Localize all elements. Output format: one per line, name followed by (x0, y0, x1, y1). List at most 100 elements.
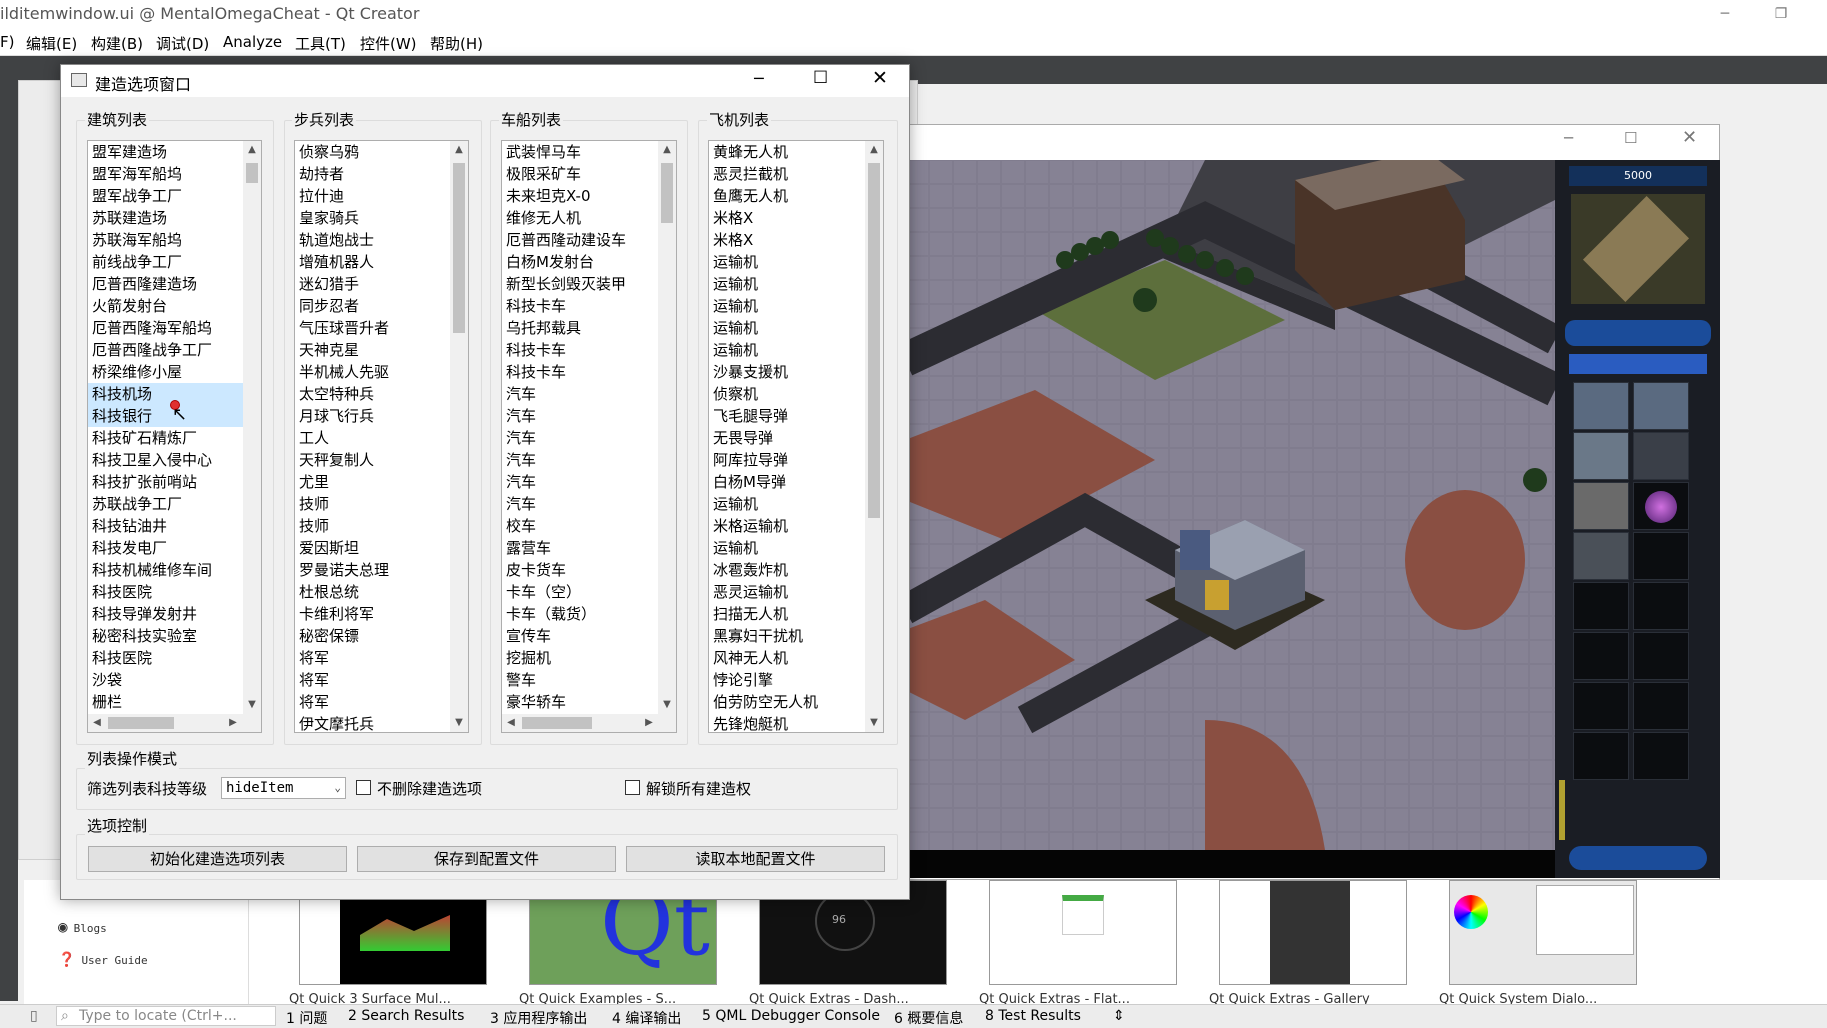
infantry-list[interactable]: 侦察乌鸦 劫持者 拉什迪 皇家骑兵 轨道炮战士 增殖机器人 迷幻猎手 同步忍者 气压球晋升者 天神… (294, 140, 469, 733)
list-item[interactable]: 运输机 (709, 339, 865, 361)
list-item[interactable]: 运输机 (709, 493, 865, 515)
list-item[interactable]: 科技医院 (88, 647, 243, 669)
scroll-up-icon[interactable]: ▲ (658, 141, 676, 159)
list-item[interactable]: 厄普西隆海军船坞 (88, 317, 243, 339)
list-item[interactable]: 警车 (502, 669, 658, 691)
list-item[interactable]: 科技卡车 (502, 339, 658, 361)
list-item[interactable]: 将军 (295, 691, 450, 713)
list-item[interactable]: 运输机 (709, 317, 865, 339)
vertical-scrollbar[interactable]: ▲ ▼ (450, 141, 468, 732)
minimize-icon[interactable]: ─ (1702, 0, 1748, 28)
list-item[interactable]: 半机械人先驱 (295, 361, 450, 383)
list-item[interactable]: 汽车 (502, 405, 658, 427)
list-item[interactable]: 皮卡货车 (502, 559, 658, 581)
scroll-up-icon[interactable]: ▲ (865, 141, 883, 159)
list-item[interactable]: 米格X (709, 207, 865, 229)
list-item[interactable]: 气压球晋升者 (295, 317, 450, 339)
list-item[interactable]: 冰雹轰炸机 (709, 559, 865, 581)
list-item[interactable]: 劫持者 (295, 163, 450, 185)
list-item[interactable]: 技师 (295, 493, 450, 515)
sidebar-toggle-icon[interactable]: ▯ (30, 1008, 38, 1024)
scroll-left-icon[interactable]: ◀ (88, 714, 106, 732)
list-item[interactable]: 鱼鹰无人机 (709, 185, 865, 207)
tab-app-output[interactable]: 3 应用程序输出 (490, 1008, 587, 1028)
list-item[interactable]: 秘密保镖 (295, 625, 450, 647)
build-option[interactable] (1573, 382, 1629, 430)
list-item[interactable]: 乌托邦载具 (502, 317, 658, 339)
list-item[interactable]: 运输机 (709, 295, 865, 317)
list-item[interactable]: 风神无人机 (709, 647, 865, 669)
minimize-icon[interactable]: ─ (1564, 129, 1573, 147)
scroll-down-icon[interactable]: ▼ (243, 696, 261, 714)
list-item[interactable]: 运输机 (709, 537, 865, 559)
list-item[interactable]: 前线战争工厂 (88, 251, 243, 273)
build-option[interactable] (1573, 482, 1629, 530)
build-option[interactable] (1573, 432, 1629, 480)
scroll-thumb[interactable] (246, 163, 258, 183)
list-item[interactable]: 宣传车 (502, 625, 658, 647)
list-item[interactable]: 侦察乌鸦 (295, 141, 450, 163)
list-item[interactable]: 科技导弹发射井 (88, 603, 243, 625)
list-item[interactable]: 汽车 (502, 383, 658, 405)
scroll-thumb[interactable] (453, 163, 465, 333)
locator-input[interactable]: ⌕ Type to locate (Ctrl+... (56, 1006, 276, 1026)
list-item[interactable]: 先锋炮艇机 (709, 713, 865, 732)
scroll-right-icon[interactable]: ▶ (224, 714, 242, 732)
list-item[interactable]: 露营车 (502, 537, 658, 559)
list-item[interactable]: 伯劳防空无人机 (709, 691, 865, 713)
keep-options-checkbox[interactable] (356, 780, 371, 795)
list-item[interactable]: 天秤复制人 (295, 449, 450, 471)
user-guide-link[interactable]: ❓ User Guide (58, 952, 148, 968)
list-item[interactable]: 维修无人机 (502, 207, 658, 229)
example-thumbnail[interactable] (1219, 880, 1407, 985)
list-item[interactable]: 阿库拉导弹 (709, 449, 865, 471)
blogs-link[interactable]: ◉ Blogs (58, 917, 107, 936)
scroll-thumb[interactable] (661, 163, 673, 223)
menu-debug[interactable]: 调试(D) (156, 33, 209, 54)
list-item[interactable]: 科技银行 (88, 405, 243, 427)
tab-search-results[interactable]: 2 Search Results (348, 1008, 464, 1024)
horizontal-scrollbar[interactable]: ◀ ▶ (502, 714, 676, 732)
list-item[interactable]: 新型长剑毁灭装甲 (502, 273, 658, 295)
list-item[interactable]: 运输机 (709, 251, 865, 273)
list-item[interactable]: 白杨M导弹 (709, 471, 865, 493)
list-item[interactable]: 栅栏 (88, 691, 243, 713)
scroll-down-icon[interactable]: ▼ (865, 714, 883, 732)
maximize-icon[interactable]: ☐ (813, 68, 828, 88)
list-item[interactable]: 皇家骑兵 (295, 207, 450, 229)
list-item[interactable]: 科技矿石精炼厂 (88, 427, 243, 449)
init-list-button[interactable]: 初始化建造选项列表 (88, 846, 347, 872)
load-config-button[interactable]: 读取本地配置文件 (626, 846, 885, 872)
maximize-icon[interactable]: ☐ (1624, 129, 1637, 147)
build-option[interactable] (1573, 532, 1629, 580)
list-item[interactable]: 豪华轿车 (502, 691, 658, 713)
tab-qml-console[interactable]: 5 QML Debugger Console (702, 1008, 880, 1024)
list-item[interactable]: 厄普西隆战争工厂 (88, 339, 243, 361)
menu-analyze[interactable]: Analyze (223, 33, 282, 51)
scroll-thumb[interactable] (868, 163, 880, 518)
list-item[interactable]: 校车 (502, 515, 658, 537)
list-item[interactable]: 火箭发射台 (88, 295, 243, 317)
list-item[interactable]: 增殖机器人 (295, 251, 450, 273)
list-item[interactable]: 科技机械维修车间 (88, 559, 243, 581)
list-item[interactable]: 秘密科技实验室 (88, 625, 243, 647)
list-item[interactable]: 黑寡妇干扰机 (709, 625, 865, 647)
list-item[interactable]: 米格运输机 (709, 515, 865, 537)
list-item[interactable]: 盟军海军船坞 (88, 163, 243, 185)
list-item[interactable]: 米格X (709, 229, 865, 251)
list-item[interactable]: 爱因斯坦 (295, 537, 450, 559)
list-item[interactable]: 技师 (295, 515, 450, 537)
list-item[interactable]: 未来坦克X-0 (502, 185, 658, 207)
build-option[interactable] (1633, 482, 1689, 530)
list-item[interactable]: 科技医院 (88, 581, 243, 603)
list-item[interactable]: 侦察机 (709, 383, 865, 405)
game-map-view[interactable] (905, 160, 1555, 850)
list-item[interactable]: 科技卡车 (502, 361, 658, 383)
list-item[interactable]: 轨道炮战士 (295, 229, 450, 251)
list-item[interactable]: 悖论引擎 (709, 669, 865, 691)
scroll-down-icon[interactable]: ▼ (450, 714, 468, 732)
restore-icon[interactable]: ❐ (1758, 0, 1804, 28)
build-option[interactable] (1633, 382, 1689, 430)
list-item[interactable]: 极限采矿车 (502, 163, 658, 185)
example-thumbnail[interactable] (989, 880, 1177, 985)
